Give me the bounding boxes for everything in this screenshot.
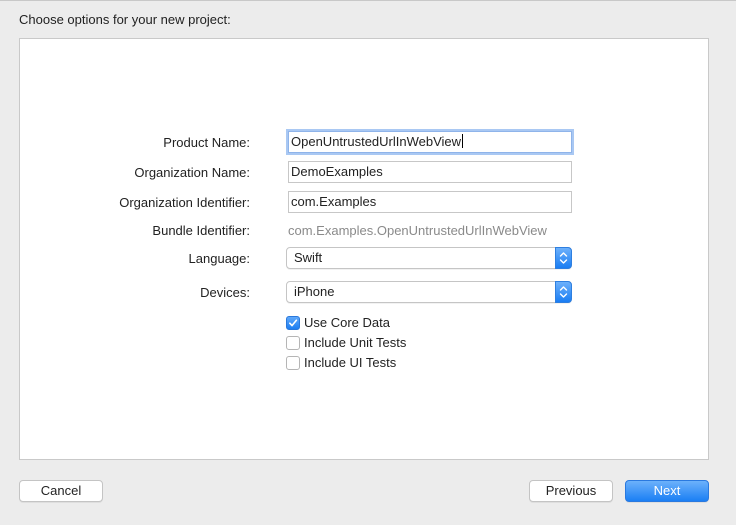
options-panel: Product Name: OpenUntrustedUrlInWebView … bbox=[19, 38, 709, 460]
use-core-data-checkbox[interactable] bbox=[286, 316, 300, 330]
previous-button[interactable]: Previous bbox=[529, 480, 613, 502]
next-button[interactable]: Next bbox=[625, 480, 709, 502]
language-label: Language: bbox=[188, 251, 250, 266]
devices-label: Devices: bbox=[200, 285, 250, 300]
product-name-label: Product Name: bbox=[163, 135, 250, 150]
up-down-chevron-icon bbox=[555, 281, 572, 303]
language-value: Swift bbox=[294, 250, 323, 265]
new-project-options-window: Choose options for your new project: Pro… bbox=[0, 0, 736, 525]
include-unit-tests-label: Include Unit Tests bbox=[304, 335, 407, 350]
include-ui-tests-checkbox[interactable] bbox=[286, 356, 300, 370]
include-unit-tests-checkbox[interactable] bbox=[286, 336, 300, 350]
use-core-data-option[interactable]: Use Core Data bbox=[286, 315, 390, 331]
include-unit-tests-option[interactable]: Include Unit Tests bbox=[286, 335, 406, 351]
product-name-field[interactable]: OpenUntrustedUrlInWebView bbox=[288, 131, 572, 153]
devices-popup[interactable]: iPhone bbox=[286, 281, 572, 303]
dialog-title: Choose options for your new project: bbox=[19, 12, 231, 27]
bundle-identifier-value: com.Examples.OpenUntrustedUrlInWebView bbox=[288, 223, 547, 238]
include-ui-tests-option[interactable]: Include UI Tests bbox=[286, 355, 396, 371]
devices-value: iPhone bbox=[294, 284, 335, 299]
language-popup[interactable]: Swift bbox=[286, 247, 572, 269]
organization-identifier-field[interactable]: com.Examples bbox=[288, 191, 572, 213]
checkmark-icon bbox=[288, 319, 298, 327]
up-down-chevron-icon bbox=[555, 247, 572, 269]
organization-name-field[interactable]: DemoExamples bbox=[288, 161, 572, 183]
organization-name-value: DemoExamples bbox=[291, 164, 383, 179]
product-name-value: OpenUntrustedUrlInWebView bbox=[291, 134, 462, 149]
include-ui-tests-label: Include UI Tests bbox=[304, 355, 397, 370]
organization-name-label: Organization Name: bbox=[134, 165, 250, 180]
use-core-data-label: Use Core Data bbox=[304, 315, 390, 330]
organization-identifier-value: com.Examples bbox=[291, 194, 377, 209]
cancel-button[interactable]: Cancel bbox=[19, 480, 103, 502]
organization-identifier-label: Organization Identifier: bbox=[119, 195, 250, 210]
text-caret bbox=[462, 134, 464, 148]
bundle-identifier-label: Bundle Identifier: bbox=[152, 223, 250, 238]
